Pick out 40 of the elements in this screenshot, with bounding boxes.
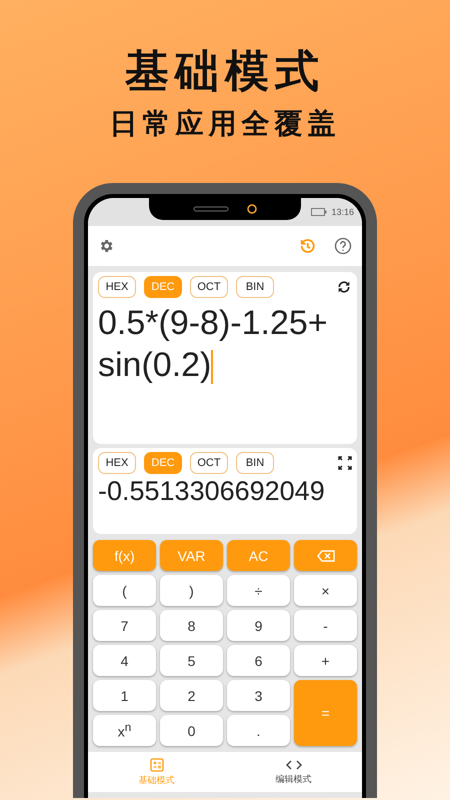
calculator-key[interactable]: 0: [160, 715, 223, 746]
calculator-key[interactable]: x$^{n}$: [93, 715, 156, 746]
speaker-icon: [193, 206, 229, 212]
swap-icon[interactable]: [336, 279, 352, 295]
base-tab[interactable]: OCT: [190, 276, 228, 298]
calculator-key[interactable]: ): [160, 575, 223, 606]
calculator-key[interactable]: 1: [93, 680, 156, 711]
calculator-key[interactable]: ÷: [227, 575, 290, 606]
calculator-key[interactable]: 7: [93, 610, 156, 641]
calculator-key[interactable]: ×: [294, 575, 357, 606]
calculator-key[interactable]: 8: [160, 610, 223, 641]
calculator-key[interactable]: 6: [227, 645, 290, 676]
base-tab[interactable]: HEX: [98, 452, 136, 474]
result-text: -0.5513306692049: [98, 476, 326, 507]
backspace-icon: [316, 550, 334, 562]
subheadline: 日常应用全覆盖: [110, 106, 340, 142]
base-tab[interactable]: BIN: [236, 452, 274, 474]
help-icon[interactable]: [334, 237, 352, 255]
base-tab[interactable]: OCT: [190, 452, 228, 474]
base-tab[interactable]: BIN: [236, 276, 274, 298]
base-tab[interactable]: HEX: [98, 276, 136, 298]
nav-tab[interactable]: 编辑模式: [225, 752, 362, 792]
calculator-key[interactable]: .: [227, 715, 290, 746]
expression-field[interactable]: 0.5*(9-8)-1.25+sin(0.2): [98, 302, 336, 386]
calculator-key[interactable]: 5: [160, 645, 223, 676]
headline: 基础模式: [125, 45, 325, 99]
status-time: 13:16: [331, 207, 354, 217]
calculator-key[interactable]: 3: [227, 680, 290, 711]
settings-icon[interactable]: [98, 238, 114, 254]
calculator-key[interactable]: (: [93, 575, 156, 606]
battery-icon: [311, 208, 328, 216]
calculator-key[interactable]: 9: [227, 610, 290, 641]
calculator-key[interactable]: 2: [160, 680, 223, 711]
code-icon: [286, 758, 302, 770]
expand-icon[interactable]: [338, 456, 352, 470]
camera-icon: [247, 204, 257, 214]
calculator-key[interactable]: -: [294, 610, 357, 641]
calculator-key[interactable]: 4: [93, 645, 156, 676]
calculator-key[interactable]: +: [294, 645, 357, 676]
calculator-icon: [150, 758, 164, 772]
